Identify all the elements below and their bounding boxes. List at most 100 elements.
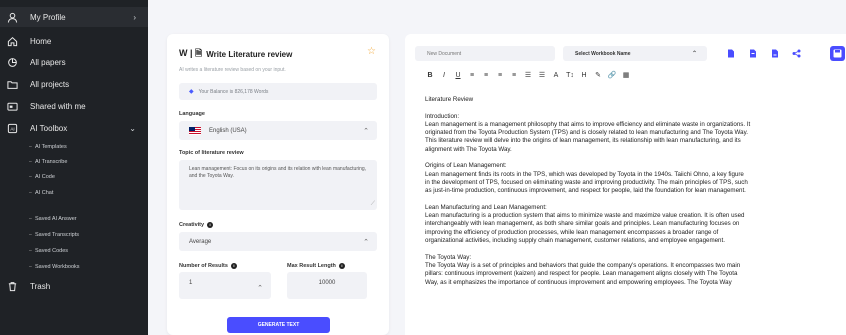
chevron-up-icon: ⌃ <box>257 285 263 292</box>
balance-banner: ◆ Your Balance is 826,178 Words <box>179 83 377 100</box>
ai-icon: AI <box>6 122 18 134</box>
export-document-icon[interactable] <box>767 46 782 61</box>
tag-icon: ◆ <box>189 89 194 95</box>
sidebar-item-home[interactable]: Home <box>0 34 148 48</box>
workbook-select[interactable]: Select Workbook Name ⌃ <box>563 46 707 61</box>
sidebar-item-all-papers[interactable]: All papers <box>0 55 148 69</box>
bullet-icon: – <box>29 264 32 270</box>
sidebar-item-label: My Profile <box>30 12 66 22</box>
document-name-input[interactable]: New Document <box>415 46 555 61</box>
bullet-list-icon[interactable]: ☰ <box>535 71 549 81</box>
tool-title: Write Literature review <box>206 49 293 59</box>
bullet-icon: – <box>29 232 32 238</box>
sidebar-subitem-label: AI Transcribe <box>35 159 68 165</box>
generate-text-button[interactable]: GENERATE TEXT <box>227 317 330 333</box>
doc-gap <box>425 245 845 253</box>
doc-line: Origins of Lean Management: <box>425 162 507 170</box>
creativity-label-text: Creativity <box>179 222 205 228</box>
font-size-icon[interactable]: T↕ <box>563 71 577 81</box>
sidebar-subitem-saved-ai-answer[interactable]: Saved AI Answer – <box>0 214 148 224</box>
heading-icon[interactable]: H <box>577 71 591 81</box>
sidebar-subitem-saved-codes[interactable]: Saved Codes – <box>0 246 148 256</box>
sidebar-item-ai-toolbox[interactable]: AI AI Toolbox ⌄ <box>0 121 148 135</box>
sidebar-subitem-saved-transcripts[interactable]: Saved Transcripts – <box>0 230 148 240</box>
sidebar-item-trash[interactable]: Trash <box>0 279 148 293</box>
results-label: Number of Results i <box>179 263 237 269</box>
underline-icon[interactable]: U <box>451 71 465 81</box>
creativity-select[interactable]: Average ⌃ <box>179 232 377 251</box>
sidebar-item-all-projects[interactable]: All projects <box>0 77 148 91</box>
bullet-icon: – <box>29 144 32 150</box>
doc-gap <box>425 154 845 162</box>
topic-value: Lean management: Focus on its origins an… <box>189 166 367 179</box>
info-icon[interactable]: i <box>230 263 237 269</box>
sidebar-subitem-ai-transcribe[interactable]: AI Transcribe – <box>0 157 148 167</box>
sidebar-item-label: Shared with me <box>30 101 86 111</box>
align-left-icon[interactable]: ≡ <box>465 71 479 81</box>
save-icon[interactable] <box>830 46 845 61</box>
ordered-list-icon[interactable]: ☰ <box>521 71 535 81</box>
doc-line: Lean Manufacturing and Lean Management: <box>425 203 547 211</box>
topic-textarea[interactable]: Lean management: Focus on its origins an… <box>179 160 377 210</box>
results-label-text: Number of Results <box>179 263 228 269</box>
table-icon[interactable]: ▦ <box>619 71 633 81</box>
doc-line: Way, as it emphasizes the importance of … <box>425 278 732 286</box>
chevron-up-icon: ⌃ <box>363 238 369 246</box>
resize-handle-icon[interactable]: ⟋ <box>371 201 375 208</box>
maxlen-input[interactable]: 10000 <box>287 272 367 299</box>
us-flag-icon <box>189 126 201 135</box>
topic-label: Topic of literature review <box>179 150 244 156</box>
sidebar-item-label: All projects <box>30 79 70 89</box>
share-icon[interactable] <box>789 46 804 61</box>
align-justify-icon[interactable]: ≡ <box>507 71 521 81</box>
sidebar-subitem-saved-workbooks[interactable]: Saved Workbooks – <box>0 262 148 272</box>
doc-line: Lean management is a management philosop… <box>425 120 751 128</box>
chevron-up-icon: ⌃ <box>363 127 369 135</box>
formatting-toolbar: B I U ≡ ≡ ≡ ≡ ☰ ☰ A T↕ H ✎ 🔗 ▦ <box>423 71 633 81</box>
align-right-icon[interactable]: ≡ <box>493 71 507 81</box>
sidebar-subitem-ai-templates[interactable]: AI Templates – <box>0 142 148 152</box>
results-select[interactable]: 1 ⌃ <box>179 272 271 299</box>
doc-line: in the development of TPS, focused on el… <box>425 178 748 186</box>
language-label: Language <box>179 111 205 117</box>
bullet-icon: – <box>29 248 32 254</box>
chevron-up-icon: ⌃ <box>691 51 697 57</box>
folder-icon <box>6 78 18 90</box>
balance-text: Your Balance is 826,178 Words <box>198 88 269 95</box>
sidebar-item-shared-with-me[interactable]: Shared with me <box>0 99 148 113</box>
new-document-icon[interactable] <box>723 46 738 61</box>
maxlen-label: Max Result Length i <box>287 263 345 269</box>
sidebar-subitem-ai-code[interactable]: AI Code – <box>0 172 148 182</box>
info-icon[interactable]: i <box>338 263 345 269</box>
sidebar-item-my-profile[interactable]: My Profile › <box>0 7 148 27</box>
star-icon[interactable]: ☆ <box>367 46 376 57</box>
italic-icon[interactable]: I <box>437 71 451 81</box>
doc-gap <box>425 196 845 204</box>
maxlen-value: 10000 <box>318 280 336 286</box>
language-select[interactable]: English (USA) ⌃ <box>179 121 377 140</box>
copy-document-icon[interactable] <box>745 46 760 61</box>
doc-line: Introduction: <box>425 112 460 120</box>
highlight-icon[interactable]: ✎ <box>591 71 605 81</box>
creativity-value: Average <box>189 238 212 245</box>
link-icon[interactable]: 🔗 <box>605 71 619 81</box>
tool-panel: W | 🗎 Write Literature review ☆ AI write… <box>167 34 389 335</box>
align-center-icon[interactable]: ≡ <box>479 71 493 81</box>
info-icon[interactable]: i <box>207 222 214 228</box>
tool-subtitle: AI writes a literature review based on y… <box>179 67 286 73</box>
font-color-icon[interactable]: A <box>549 71 563 81</box>
user-icon <box>6 11 18 23</box>
shared-icon <box>6 100 18 112</box>
sidebar-subitem-ai-chat[interactable]: AI Chat – <box>0 188 148 198</box>
bold-icon[interactable]: B <box>423 71 437 81</box>
doc-gap <box>425 104 845 112</box>
document-body[interactable]: Literature Review Introduction: Lean man… <box>425 96 845 287</box>
sidebar-subitem-label: Saved Transcripts <box>35 232 80 238</box>
bullet-icon: – <box>29 174 32 180</box>
doc-line: pillars: continuous improvement (kaizen)… <box>425 270 738 278</box>
sidebar-item-label: All papers <box>30 57 66 67</box>
trash-icon <box>6 280 18 292</box>
sidebar-subitem-label: Saved AI Answer <box>35 216 77 222</box>
sidebar-subitem-label: Saved Workbooks <box>35 264 80 270</box>
creativity-label: Creativity i <box>179 222 214 228</box>
